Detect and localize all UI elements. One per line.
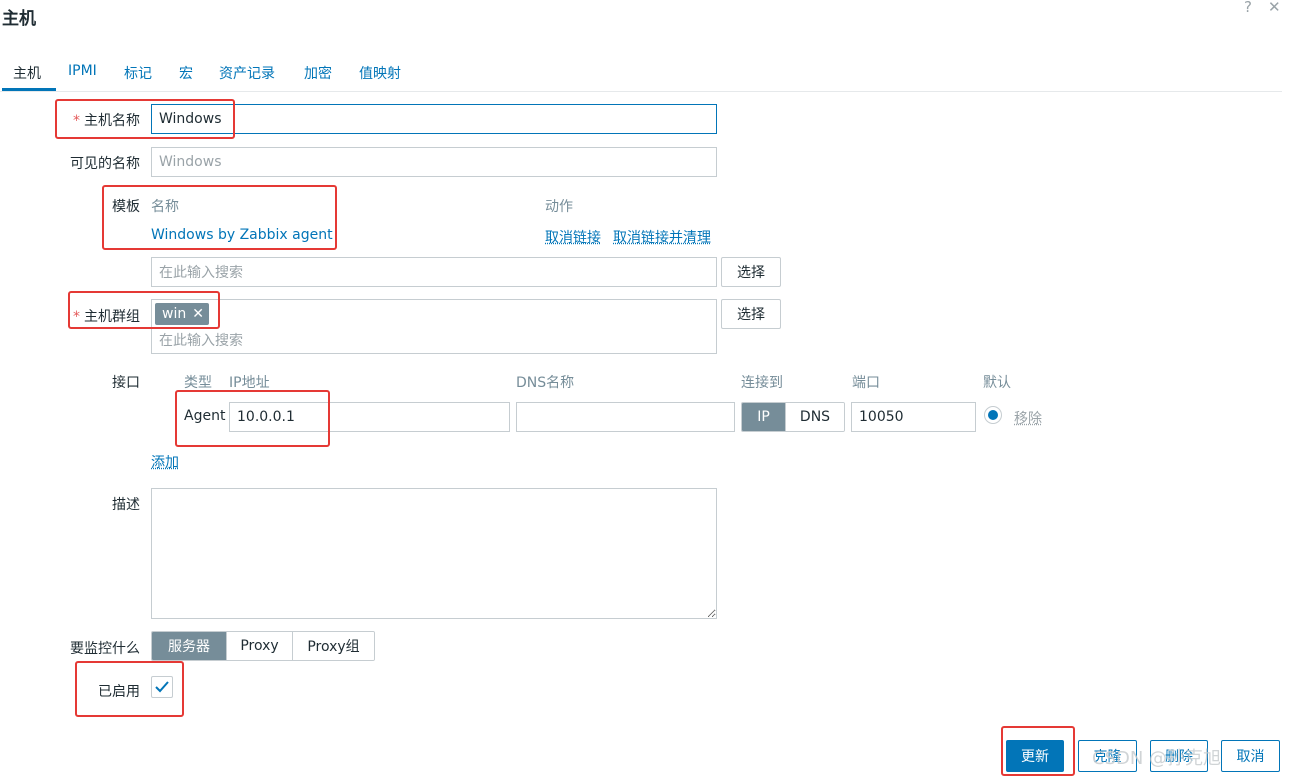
interfaces-col-port: 端口	[852, 375, 880, 391]
monitored-by-proxy-group[interactable]: Proxy组	[293, 632, 374, 660]
host-groups-multiselect[interactable]: win ✕ 在此输入搜索	[151, 299, 717, 354]
template-link[interactable]: Windows by Zabbix agent	[151, 227, 333, 243]
active-tab-indicator	[2, 88, 56, 91]
tab-tags[interactable]: 标记	[124, 63, 152, 83]
interface-port-input[interactable]: 10050	[851, 402, 976, 432]
templates-label: 模板	[112, 199, 140, 215]
interface-connect-toggle: IP DNS	[741, 402, 845, 432]
connect-ip-option[interactable]: IP	[742, 403, 786, 431]
radio-selected-dot	[988, 410, 998, 420]
cancel-button[interactable]: 取消	[1221, 740, 1280, 772]
interface-ip-input[interactable]: 10.0.0.1	[229, 402, 510, 432]
host-group-select-button[interactable]: 选择	[721, 299, 781, 329]
tab-ipmi[interactable]: IPMI	[68, 63, 97, 79]
enabled-label: 已启用	[98, 684, 140, 700]
unlink-clear-button[interactable]: 取消链接并清理	[613, 227, 711, 247]
tab-value-mapping[interactable]: 值映射	[359, 63, 401, 83]
tab-macros[interactable]: 宏	[179, 63, 193, 83]
interface-remove-button[interactable]: 移除	[1014, 408, 1042, 428]
templates-col-action: 动作	[545, 199, 573, 215]
host-group-chip: win ✕	[155, 303, 209, 325]
dialog-title: 主机	[2, 9, 36, 29]
tab-host[interactable]: 主机	[13, 63, 41, 83]
enabled-checkbox[interactable]	[151, 676, 173, 698]
host-groups-label: 主机群组	[60, 306, 140, 326]
host-group-chip-label: win	[162, 306, 187, 322]
check-icon	[155, 681, 169, 693]
monitored-by-proxy[interactable]: Proxy	[227, 632, 293, 660]
tab-encryption[interactable]: 加密	[304, 63, 332, 83]
templates-col-name: 名称	[151, 199, 179, 215]
monitored-by-toggle: 服务器 Proxy Proxy组	[151, 631, 375, 661]
interface-add-button[interactable]: 添加	[151, 452, 179, 472]
monitored-by-server[interactable]: 服务器	[152, 632, 227, 660]
connect-dns-option[interactable]: DNS	[786, 403, 844, 431]
host-groups-search-placeholder: 在此输入搜索	[159, 333, 243, 349]
host-name-input[interactable]: Windows	[151, 104, 717, 134]
interface-default-radio[interactable]	[984, 406, 1002, 424]
interfaces-col-ip: IP地址	[229, 375, 270, 391]
visible-name-label: 可见的名称	[70, 156, 140, 172]
visible-name-placeholder: Windows	[159, 154, 222, 170]
description-label: 描述	[112, 497, 140, 513]
unlink-button[interactable]: 取消链接	[545, 227, 601, 247]
host-name-label: 主机名称	[60, 110, 140, 130]
template-search-placeholder: 在此输入搜索	[159, 265, 243, 281]
update-button[interactable]: 更新	[1006, 740, 1064, 772]
tab-bar: 主机 IPMI 标记 宏 资产记录 加密 值映射	[0, 56, 1282, 92]
visible-name-input[interactable]: Windows	[151, 147, 717, 177]
interfaces-col-dns: DNS名称	[516, 375, 575, 391]
interfaces-col-default: 默认	[983, 375, 1011, 391]
close-icon[interactable]: ✕	[1268, 0, 1281, 16]
interface-type: Agent	[184, 408, 226, 424]
template-select-button[interactable]: 选择	[721, 257, 781, 287]
interface-dns-input[interactable]	[516, 402, 735, 432]
monitored-by-label: 要监控什么	[70, 641, 140, 657]
description-textarea[interactable]	[151, 488, 717, 619]
remove-chip-icon[interactable]: ✕	[192, 306, 204, 322]
watermark: CSDN @孙克旭	[1092, 748, 1222, 769]
help-icon[interactable]: ?	[1244, 0, 1252, 16]
tab-inventory[interactable]: 资产记录	[219, 63, 275, 83]
interfaces-label: 接口	[112, 375, 140, 391]
interfaces-col-connect: 连接到	[741, 375, 783, 391]
template-search-input[interactable]: 在此输入搜索	[151, 257, 717, 287]
interfaces-col-type: 类型	[184, 375, 212, 391]
